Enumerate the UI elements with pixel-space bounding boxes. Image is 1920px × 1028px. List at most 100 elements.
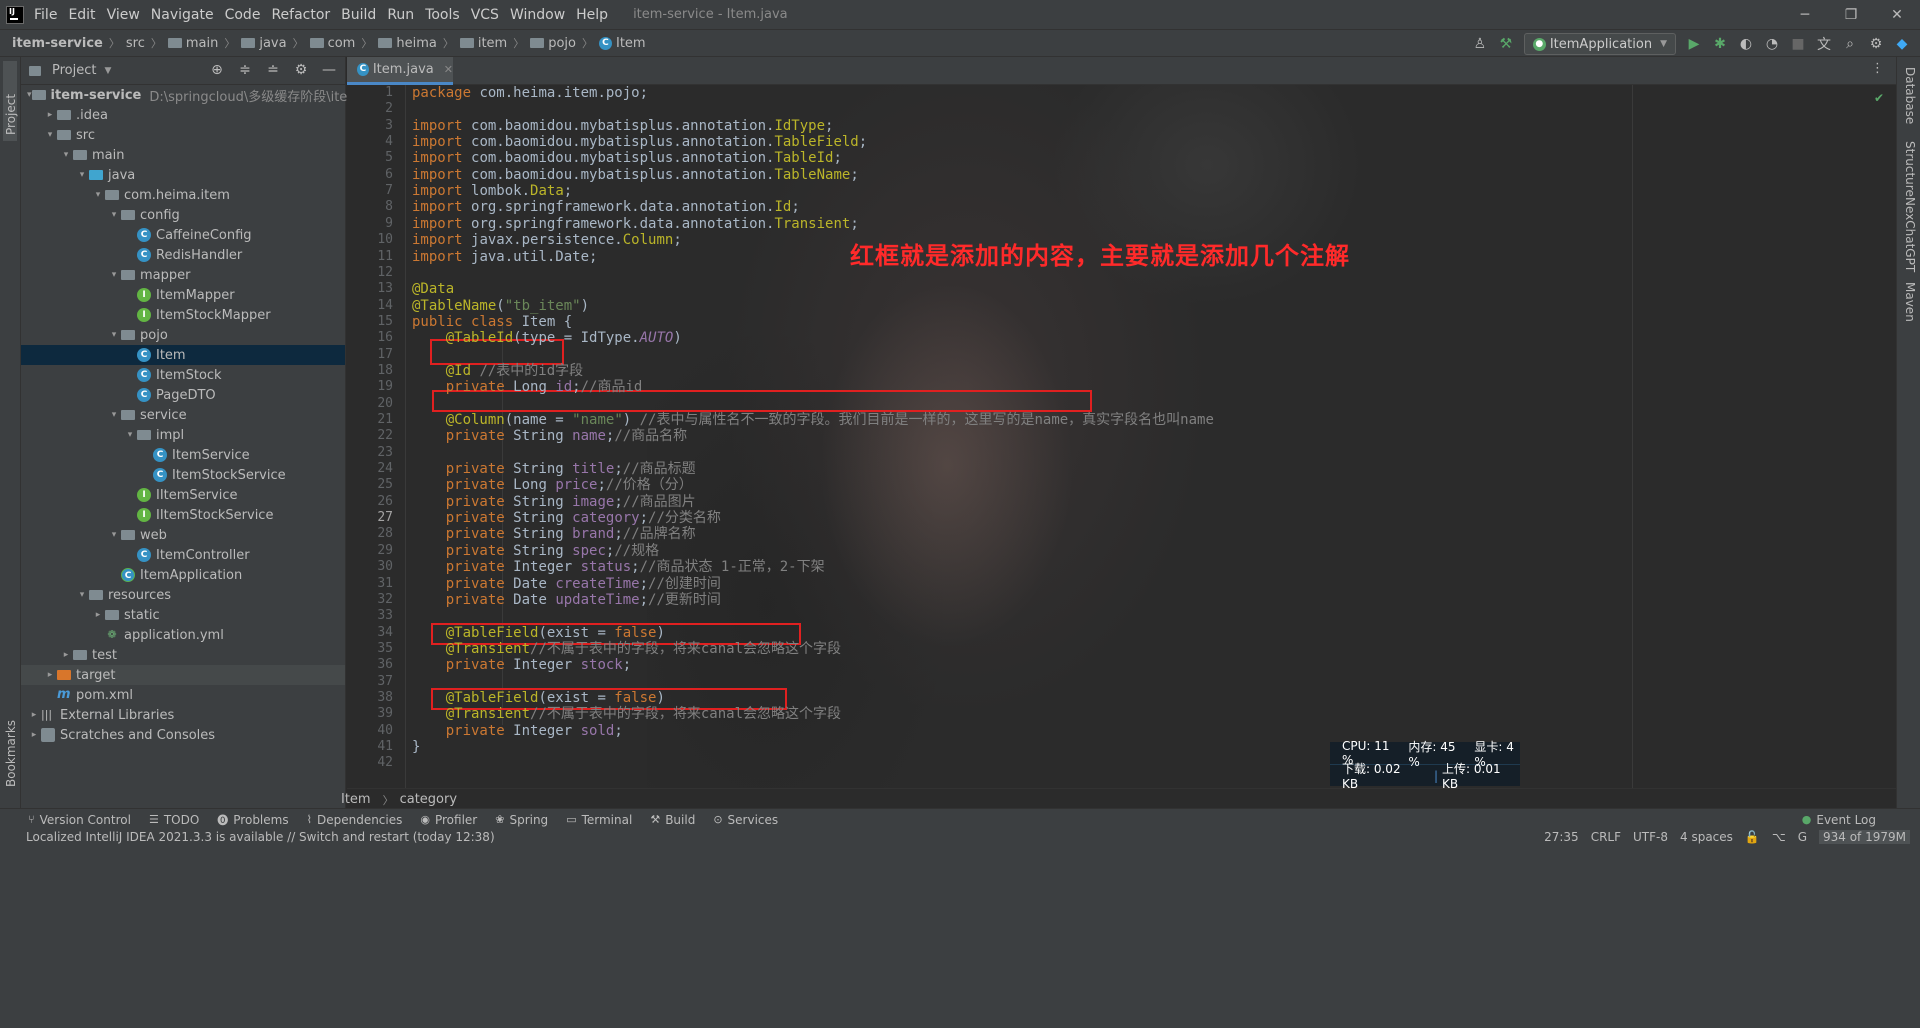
menu-item-build[interactable]: Build (341, 7, 376, 23)
tree-item-iitemstockservice[interactable]: I IItemStockService (21, 505, 345, 525)
project-panel-title[interactable]: Project (52, 63, 96, 78)
breadcrumb-class[interactable]: Item (341, 792, 371, 807)
build-button[interactable]: ⚒ Build (650, 813, 695, 827)
coverage-icon[interactable]: ◐ (1738, 36, 1754, 52)
code-line[interactable]: } (412, 737, 420, 757)
inspection-ok-icon[interactable]: ✔ (1874, 91, 1884, 105)
menu-item-edit[interactable]: Edit (68, 7, 95, 23)
settings-gear-icon[interactable]: ⚙ (1868, 36, 1884, 52)
profiler-button[interactable]: ◉ Profiler (420, 813, 477, 827)
chevron-right-icon[interactable]: ▸ (27, 730, 41, 740)
menu-item-refactor[interactable]: Refactor (271, 7, 330, 23)
spring-button[interactable]: ❀ Spring (495, 813, 548, 827)
locate-icon[interactable]: ⊕ (209, 62, 225, 78)
expand-all-icon[interactable]: ≑ (237, 62, 253, 78)
indent-setting[interactable]: 4 spaces (1680, 830, 1733, 844)
code-line[interactable]: private Long id;//商品id (412, 377, 643, 397)
hide-icon[interactable]: — (321, 62, 337, 78)
file-encoding[interactable]: UTF-8 (1633, 830, 1668, 844)
status-message[interactable]: Localized IntelliJ IDEA 2021.3.3 is avai… (26, 830, 495, 844)
breadcrumb-field[interactable]: category (400, 792, 457, 807)
breadcrumb-item[interactable]: C Item (598, 36, 646, 51)
jetbrains-toolbox-icon[interactable]: ◆ (1894, 36, 1910, 52)
profile-icon[interactable]: ◔ (1764, 36, 1780, 52)
chevron-right-icon[interactable]: ▸ (59, 650, 73, 660)
menu-item-run[interactable]: Run (387, 7, 414, 23)
tree-item--idea[interactable]: ▸ .idea (21, 105, 345, 125)
tree-item-itemapplication[interactable]: C ItemApplication (21, 565, 345, 585)
version-control-button[interactable]: ⑂ Version Control (28, 813, 131, 827)
dependencies-button[interactable]: ⌇ Dependencies (307, 813, 403, 827)
tree-item-static[interactable]: ▸ static (21, 605, 345, 625)
build-hammer-icon[interactable]: ⚒ (1498, 36, 1514, 52)
tree-item-impl[interactable]: ▾ impl (21, 425, 345, 445)
tree-item-web[interactable]: ▾ web (21, 525, 345, 545)
code-line[interactable]: private Integer stock; (412, 655, 631, 675)
chevron-right-icon[interactable]: ▸ (27, 710, 41, 720)
menu-item-file[interactable]: File (34, 7, 57, 23)
tree-item-itemstockmapper[interactable]: I ItemStockMapper (21, 305, 345, 325)
menu-item-view[interactable]: View (107, 7, 140, 23)
menu-item-navigate[interactable]: Navigate (151, 7, 214, 23)
chevron-down-icon[interactable]: ▾ (43, 130, 57, 140)
menu-item-code[interactable]: Code (225, 7, 261, 23)
breadcrumb-item[interactable]: java (241, 36, 287, 51)
structure-tool-label[interactable]: Structure (1903, 141, 1917, 197)
breadcrumb-item[interactable]: pojo (530, 36, 576, 51)
settings-gear-icon[interactable]: ⚙ (293, 62, 309, 78)
restore-button[interactable]: ❐ (1828, 0, 1874, 29)
tree-item-pagedto[interactable]: C PageDTO (21, 385, 345, 405)
chevron-down-icon[interactable]: ▾ (123, 430, 137, 440)
run-config-selector[interactable]: ● ItemApplication ▼ (1523, 33, 1676, 55)
more-options-icon[interactable]: ⋮ (1871, 61, 1884, 76)
tree-item-itemcontroller[interactable]: C ItemController (21, 545, 345, 565)
tree-item-com-heima-item[interactable]: ▾ com.heima.item (21, 185, 345, 205)
tree-item-test[interactable]: ▸ test (21, 645, 345, 665)
tree-item-itemstockservice[interactable]: C ItemStockService (21, 465, 345, 485)
google-icon[interactable]: G (1798, 830, 1807, 844)
debug-icon[interactable]: ✱ (1712, 36, 1728, 52)
breadcrumb-item[interactable]: item-service (12, 36, 103, 51)
tree-item-itemservice[interactable]: C ItemService (21, 445, 345, 465)
breadcrumb-item[interactable]: item (459, 36, 507, 51)
minimize-button[interactable]: ─ (1782, 0, 1828, 29)
tree-item-pom-xml[interactable]: m pom.xml (21, 685, 345, 705)
breadcrumb-item[interactable]: com (309, 36, 355, 51)
caret-position[interactable]: 27:35 (1544, 830, 1579, 844)
problems-button[interactable]: ⓿ Problems (217, 812, 288, 828)
menu-item-vcs[interactable]: VCS (471, 7, 499, 23)
tree-item-config[interactable]: ▾ config (21, 205, 345, 225)
breadcrumb-item[interactable]: main (167, 36, 218, 51)
tree-item-caffeineconfig[interactable]: C CaffeineConfig (21, 225, 345, 245)
code-line[interactable]: private Integer sold; (412, 721, 623, 741)
tree-item-pojo[interactable]: ▾ pojo (21, 325, 345, 345)
chevron-down-icon[interactable]: ▾ (75, 590, 89, 600)
search-icon[interactable]: ⌕ (1842, 36, 1858, 52)
tree-item-external-libraries[interactable]: ▸ ||| External Libraries (21, 705, 345, 725)
project-tool-label[interactable]: Project (4, 94, 18, 135)
menu-item-help[interactable]: Help (576, 7, 608, 23)
code-line[interactable]: package com.heima.item.pojo; (412, 85, 648, 103)
stop-icon[interactable]: ■ (1790, 36, 1806, 52)
chevron-down-icon[interactable]: ▾ (91, 190, 105, 200)
tree-item-java[interactable]: ▾ java (21, 165, 345, 185)
tree-item-item-service[interactable]: ▾ item-service D:\springcloud\多级缓存阶段\item- (21, 85, 365, 105)
bookmarks-tool-label[interactable]: Bookmarks (4, 720, 18, 787)
chevron-right-icon[interactable]: ▸ (91, 610, 105, 620)
chevron-right-icon[interactable]: ▸ (43, 670, 57, 680)
chevron-down-icon[interactable]: ▾ (107, 210, 121, 220)
memory-indicator[interactable]: 934 of 1979M (1819, 830, 1910, 844)
tree-item-application-yml[interactable]: ❁ application.yml (21, 625, 345, 645)
tab-item-java[interactable]: C Item.java ✕ (347, 57, 453, 85)
terminal-button[interactable]: ▭ Terminal (566, 813, 632, 827)
code-line[interactable]: @TableId(type = IdType.AUTO) (412, 328, 682, 348)
chevron-down-icon[interactable]: ▾ (59, 150, 73, 160)
tree-item-item[interactable]: C Item (21, 345, 345, 365)
chevron-down-icon[interactable]: ▾ (107, 410, 121, 420)
tree-item-main[interactable]: ▾ main (21, 145, 345, 165)
collapse-all-icon[interactable]: ≐ (265, 62, 281, 78)
menu-item-tools[interactable]: Tools (425, 7, 460, 23)
tree-item-resources[interactable]: ▾ resources (21, 585, 345, 605)
chevron-down-icon[interactable]: ▾ (75, 170, 89, 180)
tree-item-itemmapper[interactable]: I ItemMapper (21, 285, 345, 305)
